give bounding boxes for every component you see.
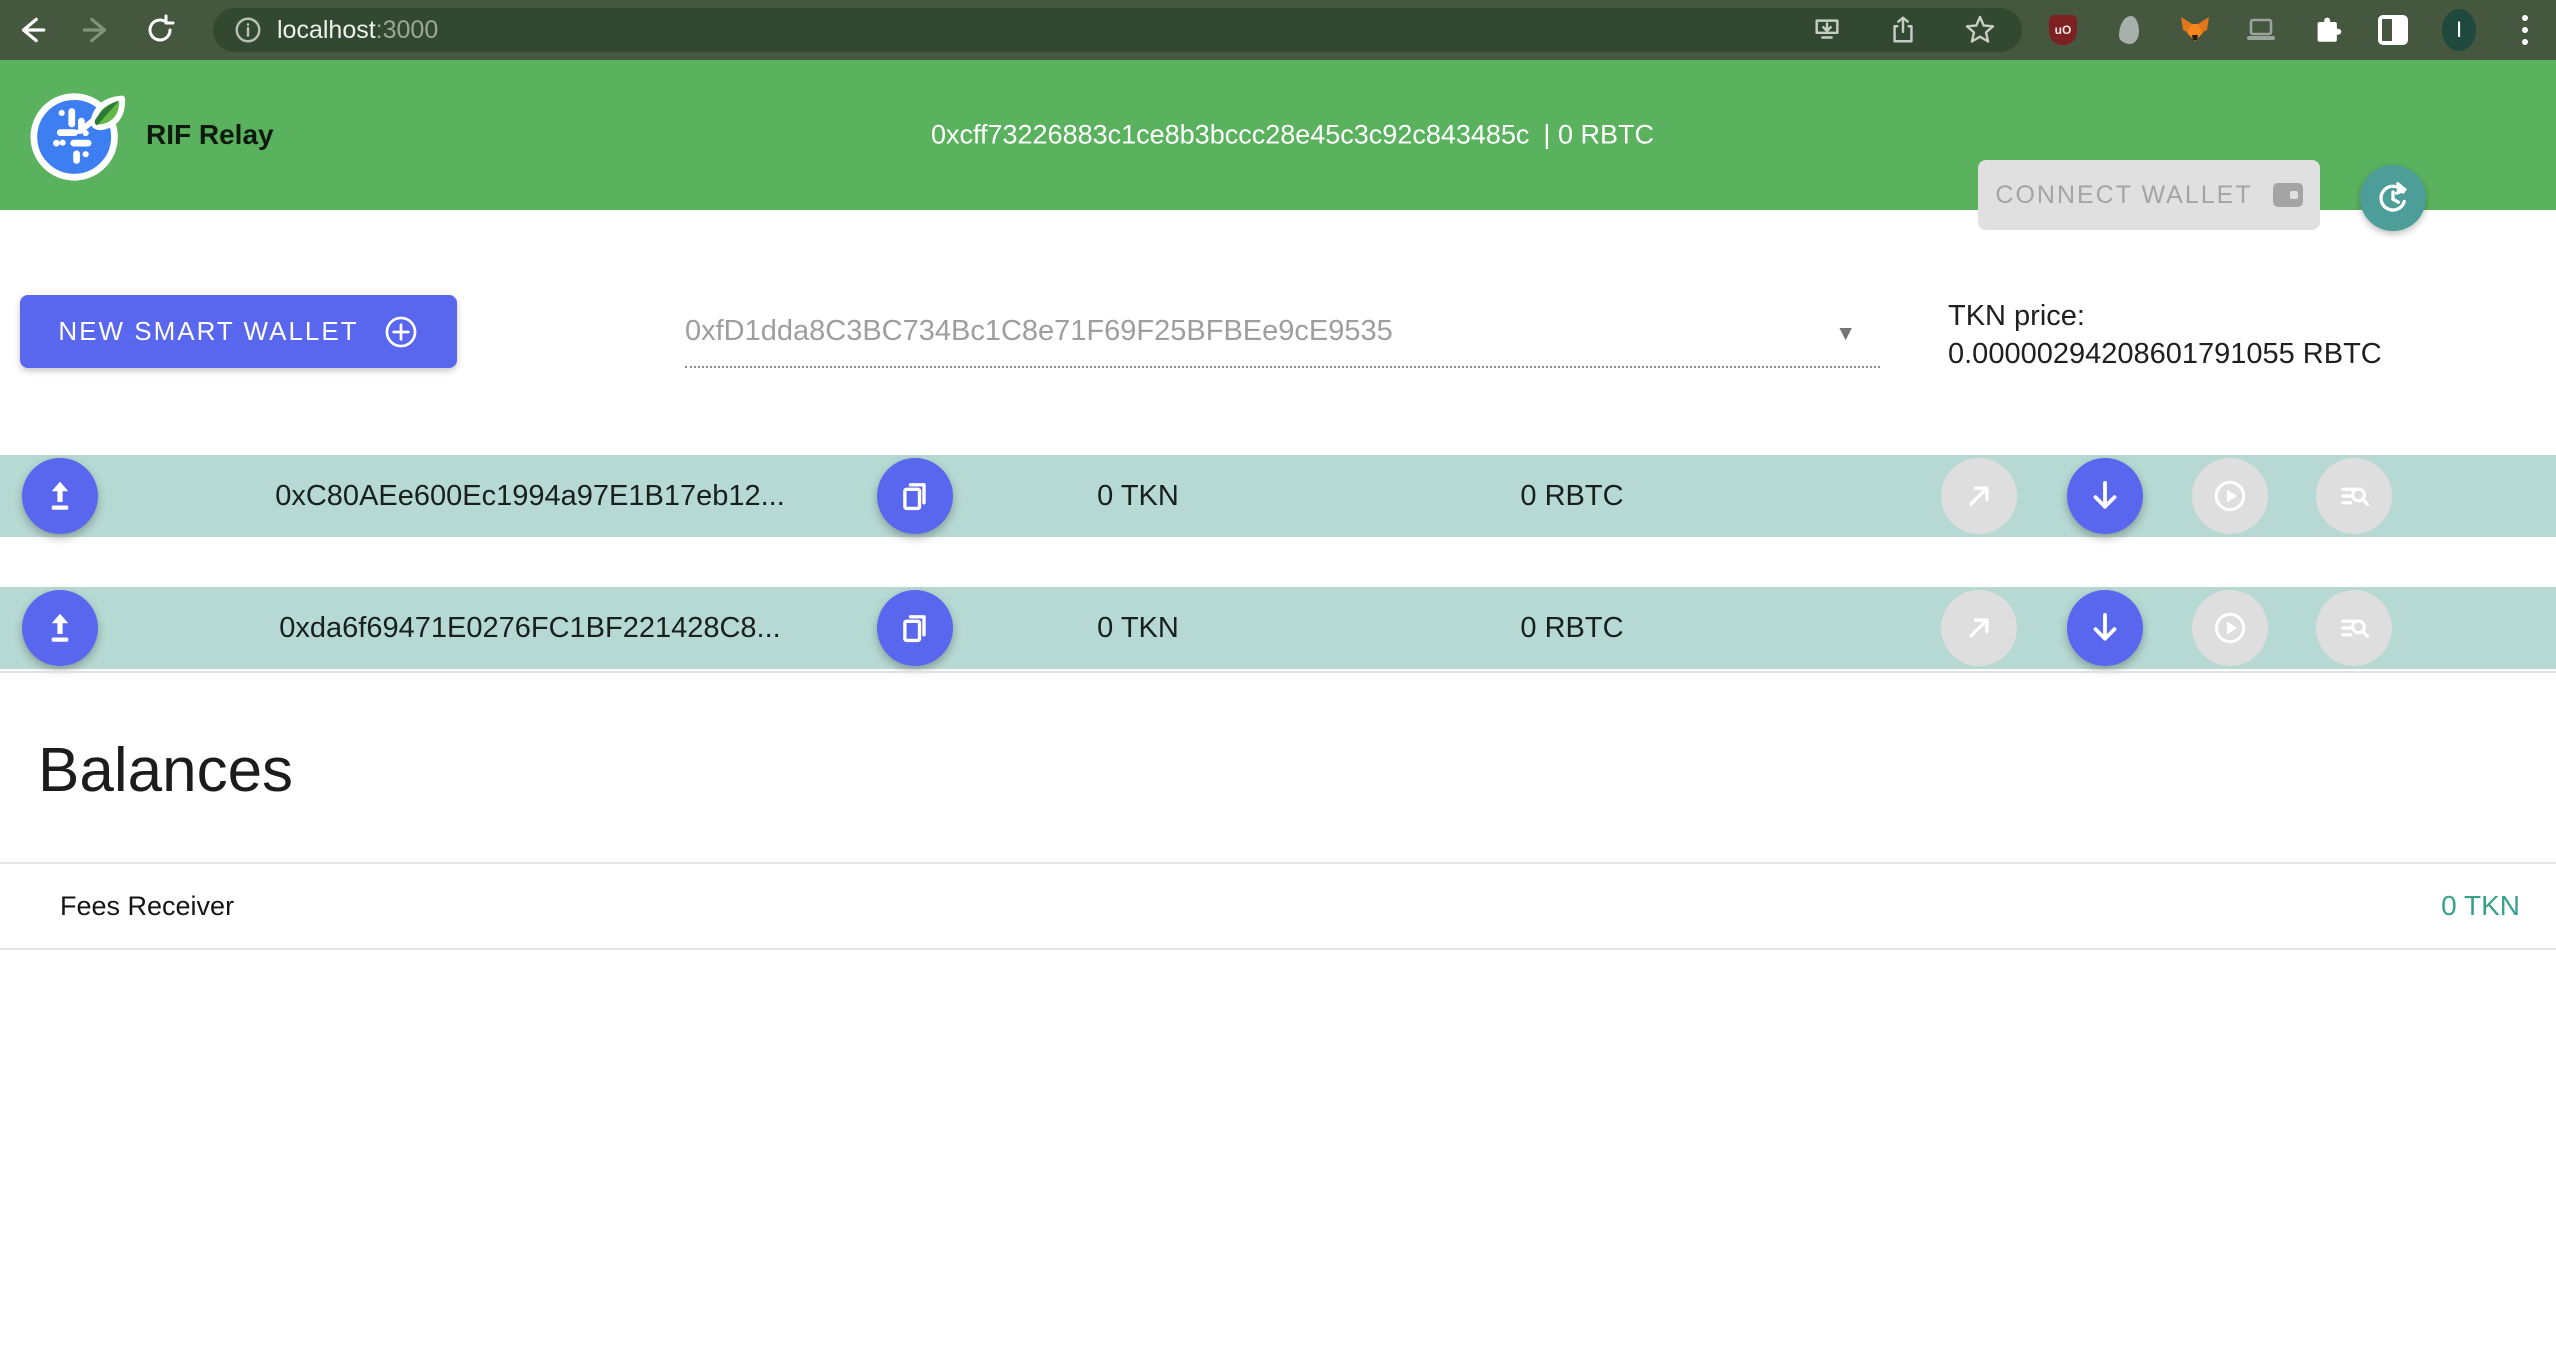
new-smart-wallet-button[interactable]: NEW SMART WALLET [20,295,457,368]
wallet-tkn-balance: 0 TKN [988,455,1288,537]
url-port: :3000 [376,16,439,45]
wallet-tkn-balance: 0 TKN [988,587,1288,669]
browser-back-icon[interactable] [0,13,64,47]
url-host: localhost [277,16,376,45]
laptop-extension-icon[interactable] [2244,13,2278,47]
smart-wallet-row: 0xda6f69471E0276FC1BF221428C8... 0 TKN 0… [0,587,2556,669]
receive-button[interactable] [2067,590,2143,666]
account-balance: | 0 RBTC [1543,120,1654,151]
smart-wallet-row: 0xC80AEe600Ec1994a97E1B17eb12... 0 TKN 0… [0,455,2556,537]
inspect-transactions-button[interactable] [2316,590,2392,666]
browser-toolbar: localhost:3000 uO [0,0,2556,60]
side-panel-icon[interactable] [2376,13,2410,47]
fees-receiver-value: 0 TKN [2441,890,2520,922]
url-bar[interactable]: localhost:3000 [213,8,2022,52]
wallet-icon [2273,183,2303,207]
plus-circle-icon [383,314,419,350]
transfer-out-button[interactable] [1941,458,2017,534]
transfer-out-button[interactable] [1941,590,2017,666]
ublock-extension-icon[interactable]: uO [2046,13,2080,47]
tkn-price: TKN price: 0.00000294208601791055 RBTC [1948,297,2382,373]
arrow-up-right-icon [1961,610,1997,646]
history-icon [2374,179,2412,217]
wallet-rbtc-balance: 0 RBTC [1422,455,1722,537]
tkn-price-label: TKN price: [1948,297,2382,335]
deploy-upload-button[interactable] [22,458,98,534]
connected-account: 0xcff73226883c1ce8b3bccc28e45c3c92c84348… [931,120,1654,151]
play-circle-icon [2211,477,2249,515]
extensions-puzzle-icon[interactable] [2310,13,2344,47]
browser-menu-icon[interactable] [2508,13,2542,47]
bookmark-star-icon[interactable] [1964,14,1996,46]
inspect-transactions-button[interactable] [2316,458,2392,534]
tkn-price-value: 0.00000294208601791055 RBTC [1948,335,2382,373]
share-icon[interactable] [1888,15,1918,45]
extensions-cluster: uO I [2046,0,2542,60]
upload-icon [41,609,79,647]
chevron-down-icon: ▼ [1835,322,1856,346]
upload-icon [41,477,79,515]
fees-receiver-row: Fees Receiver 0 TKN [0,862,2556,950]
profile-avatar[interactable]: I [2442,13,2476,47]
list-search-icon [2336,478,2372,514]
copy-icon [897,610,933,646]
smart-wallet-select[interactable]: 0xfD1dda8C3BC734Bc1C8e71F69F25BFBEe9cE95… [685,296,1880,368]
site-info-icon[interactable] [233,15,263,45]
brand: RIF Relay [30,87,274,183]
divider [0,671,2556,673]
app-header: RIF Relay 0xcff73226883c1ce8b3bccc28e45c… [0,60,2556,210]
new-smart-wallet-label: NEW SMART WALLET [58,316,358,347]
wallet-rbtc-balance: 0 RBTC [1422,587,1722,669]
smart-wallet-address: 0xda6f69471E0276FC1BF221428C8... [180,587,880,669]
refresh-history-button[interactable] [2360,165,2426,231]
rif-relay-logo-icon [30,87,126,183]
copy-address-button[interactable] [877,590,953,666]
rif-relay-app: localhost:3000 uO [0,0,2556,1350]
arrow-up-right-icon [1961,478,1997,514]
shark-fin-extension-icon[interactable] [2112,13,2146,47]
metamask-fox-icon[interactable] [2178,13,2212,47]
copy-icon [897,478,933,514]
account-address: 0xcff73226883c1ce8b3bccc28e45c3c92c84348… [931,120,1529,151]
execute-button[interactable] [2192,590,2268,666]
connect-wallet-label: CONNECT WALLET [1995,181,2252,210]
smart-wallet-address: 0xC80AEe600Ec1994a97E1B17eb12... [180,455,880,537]
fees-receiver-label: Fees Receiver [60,891,234,922]
brand-name: RIF Relay [146,119,274,151]
arrow-down-icon [2086,609,2124,647]
list-search-icon [2336,610,2372,646]
play-circle-icon [2211,609,2249,647]
copy-address-button[interactable] [877,458,953,534]
deploy-upload-button[interactable] [22,590,98,666]
connect-wallet-button[interactable]: CONNECT WALLET [1978,160,2320,230]
execute-button[interactable] [2192,458,2268,534]
smart-wallet-select-value: 0xfD1dda8C3BC734Bc1C8e71F69F25BFBEe9cE95… [685,315,1393,348]
balances-title: Balances [38,735,293,806]
browser-reload-icon[interactable] [128,14,192,46]
receive-button[interactable] [2067,458,2143,534]
install-page-icon[interactable] [1812,15,1842,45]
browser-forward-icon[interactable] [64,13,128,47]
arrow-down-icon [2086,477,2124,515]
